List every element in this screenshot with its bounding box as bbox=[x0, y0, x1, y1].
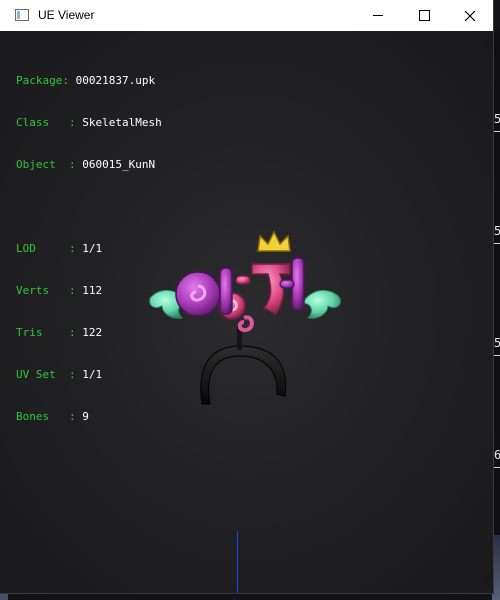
skeletal-mesh-model[interactable] bbox=[140, 206, 350, 406]
background-dash bbox=[494, 131, 500, 132]
info-value: 122 bbox=[82, 326, 103, 339]
axis-indicator bbox=[237, 531, 238, 593]
app-window-icon bbox=[15, 9, 29, 21]
info-value: 9 bbox=[82, 410, 89, 423]
info-value: 1/1 bbox=[82, 368, 103, 381]
glyph-bar-4 bbox=[279, 279, 295, 289]
close-icon bbox=[464, 10, 476, 21]
minimize-icon bbox=[373, 15, 383, 16]
info-value: 112 bbox=[82, 284, 103, 297]
background-glyph: 5 bbox=[494, 224, 500, 238]
glyph-bar-2 bbox=[235, 275, 251, 285]
info-label: Bones bbox=[16, 410, 50, 423]
minimize-button[interactable] bbox=[355, 0, 401, 31]
background-taskbar-right bbox=[492, 535, 500, 600]
info-value: 00021837.upk bbox=[75, 74, 156, 87]
info-label: Tris bbox=[16, 326, 43, 339]
swirl-left bbox=[175, 271, 221, 317]
info-label: LOD bbox=[16, 242, 36, 255]
window-title: UE Viewer bbox=[38, 8, 95, 22]
info-label: Package bbox=[16, 74, 63, 87]
glyph-ja bbox=[251, 263, 291, 315]
maximize-button[interactable] bbox=[401, 0, 447, 31]
ue-viewer-window[interactable]: UE Viewer Package: 00021837.upk Class : … bbox=[0, 0, 493, 593]
close-button[interactable] bbox=[447, 0, 493, 31]
swirl-bottom bbox=[237, 315, 254, 333]
info-label: Object bbox=[16, 158, 56, 171]
crown bbox=[257, 230, 291, 252]
background-glyph: 6 bbox=[494, 448, 500, 462]
info-label: Verts bbox=[16, 284, 50, 297]
info-label: UV Set bbox=[16, 368, 56, 381]
background-glyph: 5 bbox=[494, 112, 500, 126]
right-wing bbox=[301, 289, 341, 319]
title-bar[interactable]: UE Viewer bbox=[0, 0, 493, 31]
headband bbox=[200, 345, 287, 405]
3d-viewport[interactable]: Package: 00021837.upk Class : SkeletalMe… bbox=[0, 31, 493, 593]
info-row-class: Class : SkeletalMesh bbox=[16, 116, 162, 129]
info-row-bones: Bones : 9 bbox=[16, 410, 89, 423]
info-label: Class bbox=[16, 116, 50, 129]
background-dash bbox=[494, 243, 500, 244]
background-dash bbox=[494, 467, 500, 468]
background-dash bbox=[494, 355, 500, 356]
info-value: SkeletalMesh bbox=[82, 116, 162, 129]
info-value: 060015_KunN bbox=[82, 158, 156, 171]
background-glyph: 5 bbox=[494, 336, 500, 350]
info-row-object: Object : 060015_KunN bbox=[16, 158, 156, 171]
info-value: 1/1 bbox=[82, 242, 103, 255]
maximize-icon bbox=[418, 10, 430, 21]
info-row-package: Package: 00021837.upk bbox=[16, 74, 156, 87]
glyph-bar-1 bbox=[219, 267, 233, 315]
